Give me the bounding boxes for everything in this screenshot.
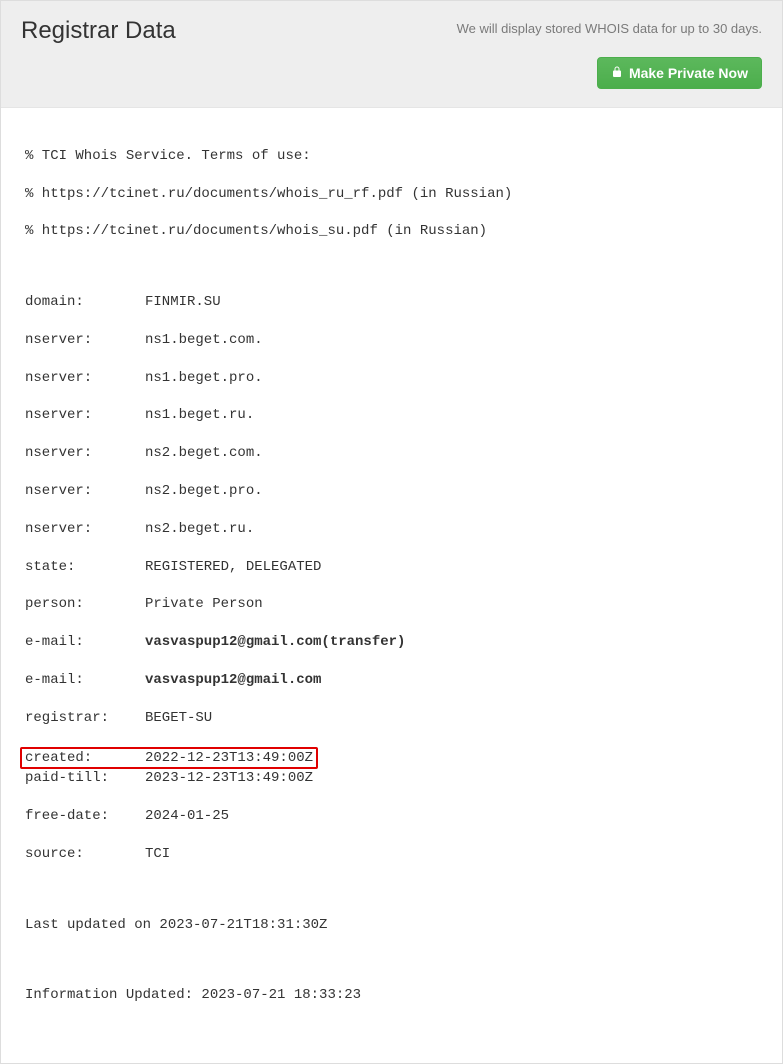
field-row: nserver:ns1.beget.pro.: [25, 369, 758, 388]
field-label-email: e-mail:: [25, 633, 145, 652]
make-private-label: Make Private Now: [629, 65, 748, 81]
field-row: nserver:ns1.beget.ru.: [25, 406, 758, 425]
terms-line: % TCI Whois Service. Terms of use:: [25, 147, 758, 166]
field-row: paid-till:2023-12-23T13:49:00Z: [25, 769, 758, 788]
field-row: nserver:ns1.beget.com.: [25, 331, 758, 350]
field-row: nserver:ns2.beget.ru.: [25, 520, 758, 539]
terms-line: % https://tcinet.ru/documents/whois_su.p…: [25, 222, 758, 241]
field-label-nserver: nserver:: [25, 444, 145, 463]
field-label-paidtill: paid-till:: [25, 769, 145, 788]
field-row: state:REGISTERED, DELEGATED: [25, 558, 758, 577]
field-label-email: e-mail:: [25, 671, 145, 690]
field-value-email: vasvaspup12@gmail.com(transfer): [145, 634, 405, 650]
field-value-created: 2022-12-23T13:49:00Z: [145, 750, 313, 766]
whois-output: % TCI Whois Service. Terms of use: % htt…: [1, 108, 782, 1063]
field-value-nserver: ns1.beget.com.: [145, 332, 263, 348]
field-row: source:TCI: [25, 845, 758, 864]
field-value-nserver: ns1.beget.pro.: [145, 370, 263, 386]
terms-line: % https://tcinet.ru/documents/whois_ru_r…: [25, 185, 758, 204]
spacer: [25, 260, 758, 274]
field-value-registrar: BEGET-SU: [145, 710, 212, 726]
make-private-button[interactable]: Make Private Now: [597, 57, 762, 89]
field-label-nserver: nserver:: [25, 406, 145, 425]
field-label-nserver: nserver:: [25, 520, 145, 539]
lock-icon: [611, 65, 623, 81]
field-label-state: state:: [25, 558, 145, 577]
field-label-domain: domain:: [25, 293, 145, 312]
field-row: e-mail:vasvaspup12@gmail.com(transfer): [25, 633, 758, 652]
field-row: person:Private Person: [25, 595, 758, 614]
field-row: domain:FINMIR.SU: [25, 293, 758, 312]
field-label-nserver: nserver:: [25, 369, 145, 388]
field-row: free-date:2024-01-25: [25, 807, 758, 826]
field-row: registrar:BEGET-SU: [25, 709, 758, 728]
header: Registrar Data We will display stored WH…: [1, 1, 782, 108]
whois-panel: Registrar Data We will display stored WH…: [0, 0, 783, 1064]
retention-notice: We will display stored WHOIS data for up…: [457, 21, 762, 36]
field-label-registrar: registrar:: [25, 709, 145, 728]
field-value-paidtill: 2023-12-23T13:49:00Z: [145, 770, 313, 786]
field-label-nserver: nserver:: [25, 331, 145, 350]
field-label-created: created:: [25, 749, 145, 768]
field-value-domain: FINMIR.SU: [145, 294, 221, 310]
field-value-nserver: ns2.beget.com.: [145, 445, 263, 461]
spacer: [25, 883, 758, 897]
button-row: Make Private Now: [21, 57, 762, 89]
field-label-person: person:: [25, 595, 145, 614]
field-label-nserver: nserver:: [25, 482, 145, 501]
info-updated-line: Information Updated: 2023-07-21 18:33:23: [25, 986, 758, 1005]
field-label-freedate: free-date:: [25, 807, 145, 826]
last-updated-line: Last updated on 2023-07-21T18:31:30Z: [25, 916, 758, 935]
field-value-freedate: 2024-01-25: [145, 808, 229, 824]
highlight-created-row: created:2022-12-23T13:49:00Z: [20, 747, 318, 770]
field-value-state: REGISTERED, DELEGATED: [145, 559, 321, 575]
field-value-email: vasvaspup12@gmail.com: [145, 672, 321, 688]
field-value-nserver: ns1.beget.ru.: [145, 407, 254, 423]
field-value-nserver: ns2.beget.ru.: [145, 521, 254, 537]
field-row: nserver:ns2.beget.com.: [25, 444, 758, 463]
field-value-person: Private Person: [145, 596, 263, 612]
field-value-nserver: ns2.beget.pro.: [145, 483, 263, 499]
field-row: e-mail:vasvaspup12@gmail.com: [25, 671, 758, 690]
field-value-source: TCI: [145, 846, 170, 862]
field-row: nserver:ns2.beget.pro.: [25, 482, 758, 501]
header-row: Registrar Data We will display stored WH…: [21, 17, 762, 45]
page-title: Registrar Data: [21, 17, 176, 45]
field-label-source: source:: [25, 845, 145, 864]
spacer: [25, 953, 758, 967]
